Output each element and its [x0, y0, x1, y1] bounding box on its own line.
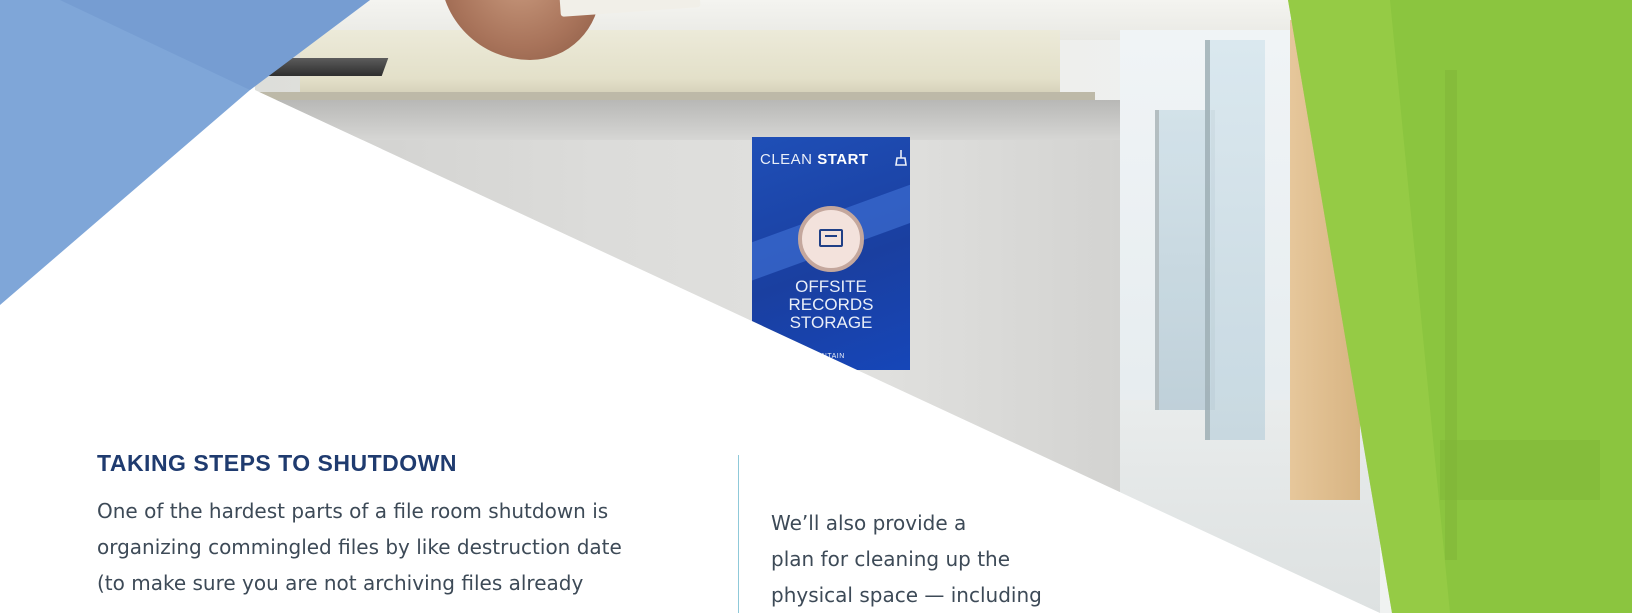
left-paragraph: One of the hardest parts of a file room … [97, 493, 697, 601]
text-line: plan for cleaning up the [771, 547, 1011, 571]
text-line: organizing commingled files by like dest… [97, 535, 622, 559]
brochure-page: CLEAN START OFFSITE RECORDS STORAGE IRON… [0, 0, 1632, 613]
column-divider [738, 455, 739, 613]
text-line: One of the hardest parts of a file room … [97, 499, 609, 523]
text-line: We’ll also provide a [771, 511, 967, 535]
right-paragraph: We’ll also provide a plan for cleaning u… [771, 505, 1091, 613]
section-heading: TAKING STEPS TO SHUTDOWN [97, 450, 457, 476]
text-line: physical space — including [771, 583, 1042, 607]
text-line: (to make sure you are not archiving file… [97, 571, 584, 595]
left-column: TAKING STEPS TO SHUTDOWN One of the hard… [97, 450, 697, 601]
right-column: We’ll also provide a plan for cleaning u… [771, 505, 1091, 613]
